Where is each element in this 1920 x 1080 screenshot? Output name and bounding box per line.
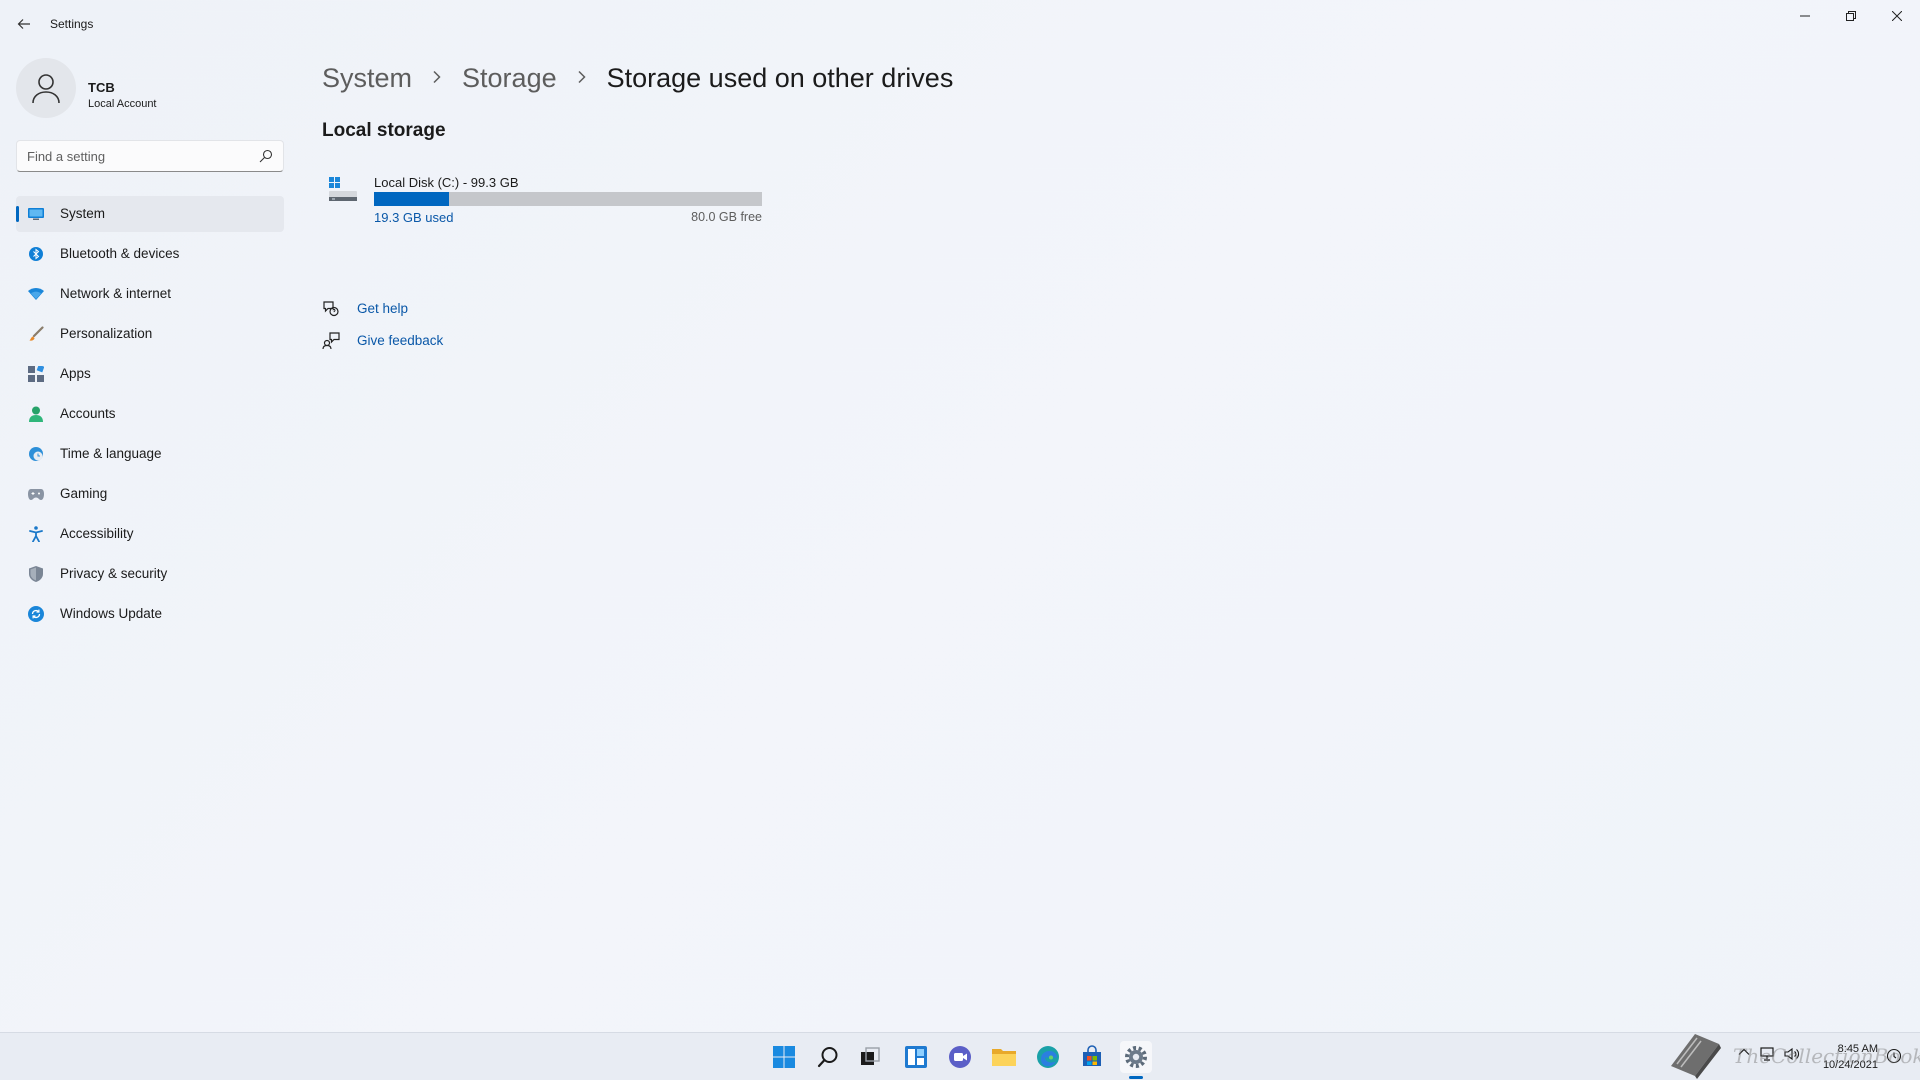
- globe-clock-icon: [28, 446, 44, 462]
- person-icon: [28, 406, 44, 422]
- widgets-icon: [905, 1046, 927, 1068]
- nav-list: System Bluetooth & devices Network & int…: [16, 196, 284, 636]
- app-title: Settings: [50, 17, 94, 31]
- brush-icon: [28, 326, 44, 342]
- restore-icon: [1846, 11, 1856, 21]
- sidebar-item-accounts[interactable]: Accounts: [16, 396, 284, 432]
- task-view-button[interactable]: [854, 1041, 886, 1073]
- controller-icon: [28, 486, 44, 502]
- taskbar: 8:45 AM 10/24/2021: [0, 1032, 1920, 1080]
- update-icon: [28, 606, 44, 622]
- chat-button[interactable]: [944, 1041, 976, 1073]
- sidebar-item-system[interactable]: System: [16, 196, 284, 232]
- breadcrumb-storage[interactable]: Storage: [462, 63, 557, 94]
- task-view-icon: [861, 1047, 880, 1065]
- active-app-indicator: [1129, 1076, 1143, 1079]
- edge-button[interactable]: [1032, 1041, 1064, 1073]
- sidebar-item-windows-update[interactable]: Windows Update: [16, 596, 284, 632]
- search-icon: [817, 1047, 838, 1068]
- search-box[interactable]: [16, 140, 284, 172]
- sidebar-item-label: Gaming: [60, 486, 108, 501]
- close-icon: [1892, 11, 1902, 21]
- shield-icon: [28, 566, 44, 582]
- minimize-button[interactable]: [1782, 0, 1828, 32]
- sidebar-item-time-language[interactable]: Time & language: [16, 436, 284, 472]
- drive-windows-icon: [329, 177, 357, 201]
- title-bar: Settings: [0, 0, 1920, 48]
- sidebar-item-label: Accounts: [60, 406, 116, 421]
- widgets-button[interactable]: [900, 1041, 932, 1073]
- start-button[interactable]: [768, 1041, 800, 1073]
- settings-button[interactable]: [1120, 1041, 1152, 1073]
- sidebar-item-label: Bluetooth & devices: [60, 246, 180, 261]
- breadcrumb: System Storage Storage used on other dri…: [322, 58, 953, 98]
- feedback-icon: [322, 332, 340, 350]
- account-type: Local Account: [88, 98, 157, 110]
- chevron-right-icon: [577, 68, 587, 89]
- restore-button[interactable]: [1828, 0, 1874, 32]
- sidebar-item-label: Windows Update: [60, 606, 163, 621]
- wifi-icon: [28, 286, 44, 302]
- sidebar-item-privacy[interactable]: Privacy & security: [16, 556, 284, 592]
- sidebar-item-accessibility[interactable]: Accessibility: [16, 516, 284, 552]
- search-input[interactable]: [27, 147, 247, 165]
- sidebar-item-personalization[interactable]: Personalization: [16, 316, 284, 352]
- store-icon: [1083, 1045, 1101, 1066]
- settings-icon: [1125, 1046, 1147, 1068]
- sidebar-item-label: Apps: [60, 366, 91, 381]
- drive-used-text: 19.3 GB used: [374, 210, 454, 225]
- drive-free-text: 80.0 GB free: [691, 210, 762, 224]
- sidebar-item-label: Network & internet: [60, 286, 172, 301]
- sidebar-item-label: Privacy & security: [60, 566, 168, 581]
- sidebar-item-bluetooth[interactable]: Bluetooth & devices: [16, 236, 284, 272]
- drive-usage-fill: [374, 192, 450, 206]
- sidebar-item-network[interactable]: Network & internet: [16, 276, 284, 312]
- drive-usage-bar: [374, 192, 762, 206]
- sidebar-item-label: Personalization: [60, 326, 153, 341]
- store-button[interactable]: [1076, 1041, 1108, 1073]
- watermark-text: TheCollectionBook: [1733, 1044, 1920, 1068]
- file-explorer-icon: [992, 1049, 1016, 1066]
- give-feedback-label[interactable]: Give feedback: [357, 333, 443, 348]
- page-title: Storage used on other drives: [606, 62, 954, 93]
- file-explorer-button[interactable]: [988, 1041, 1020, 1073]
- sidebar-item-label: System: [60, 206, 106, 221]
- user-profile[interactable]: TCB Local Account: [16, 56, 286, 120]
- help-chat-icon: [323, 301, 339, 317]
- drive-item-c[interactable]: Local Disk (C:) - 99.3 GB 19.3 GB used 8…: [322, 172, 762, 232]
- back-button[interactable]: [12, 12, 36, 36]
- user-name: TCB: [88, 80, 115, 95]
- taskbar-search-button[interactable]: [812, 1041, 844, 1073]
- help-links: Get help Give feedback: [322, 298, 522, 362]
- give-feedback-link[interactable]: Give feedback: [322, 330, 522, 362]
- chat-icon: [949, 1046, 971, 1068]
- get-help-label[interactable]: Get help: [357, 301, 408, 316]
- sidebar-item-apps[interactable]: Apps: [16, 356, 284, 392]
- person-icon: [32, 74, 60, 104]
- sidebar-item-gaming[interactable]: Gaming: [16, 476, 284, 512]
- minimize-icon: [1800, 15, 1810, 17]
- close-button[interactable]: [1874, 0, 1920, 32]
- bluetooth-icon: [28, 246, 44, 262]
- apps-icon: [28, 366, 44, 382]
- section-title-local-storage: Local storage: [322, 120, 446, 141]
- sidebar-item-label: Time & language: [60, 446, 162, 461]
- sidebar-item-label: Accessibility: [60, 526, 134, 541]
- avatar: [16, 58, 76, 118]
- edge-icon: [1037, 1046, 1059, 1068]
- start-icon: [773, 1046, 795, 1068]
- drive-name: Local Disk (C:) - 99.3 GB: [374, 175, 519, 190]
- breadcrumb-system[interactable]: System: [322, 63, 412, 94]
- chevron-right-icon: [432, 68, 442, 89]
- book-logo-icon: [1671, 1034, 1721, 1079]
- accessibility-icon: [28, 526, 44, 542]
- get-help-link[interactable]: Get help: [322, 298, 522, 330]
- back-arrow-icon: [17, 19, 30, 29]
- search-icon[interactable]: [259, 149, 273, 163]
- system-icon: [28, 206, 44, 222]
